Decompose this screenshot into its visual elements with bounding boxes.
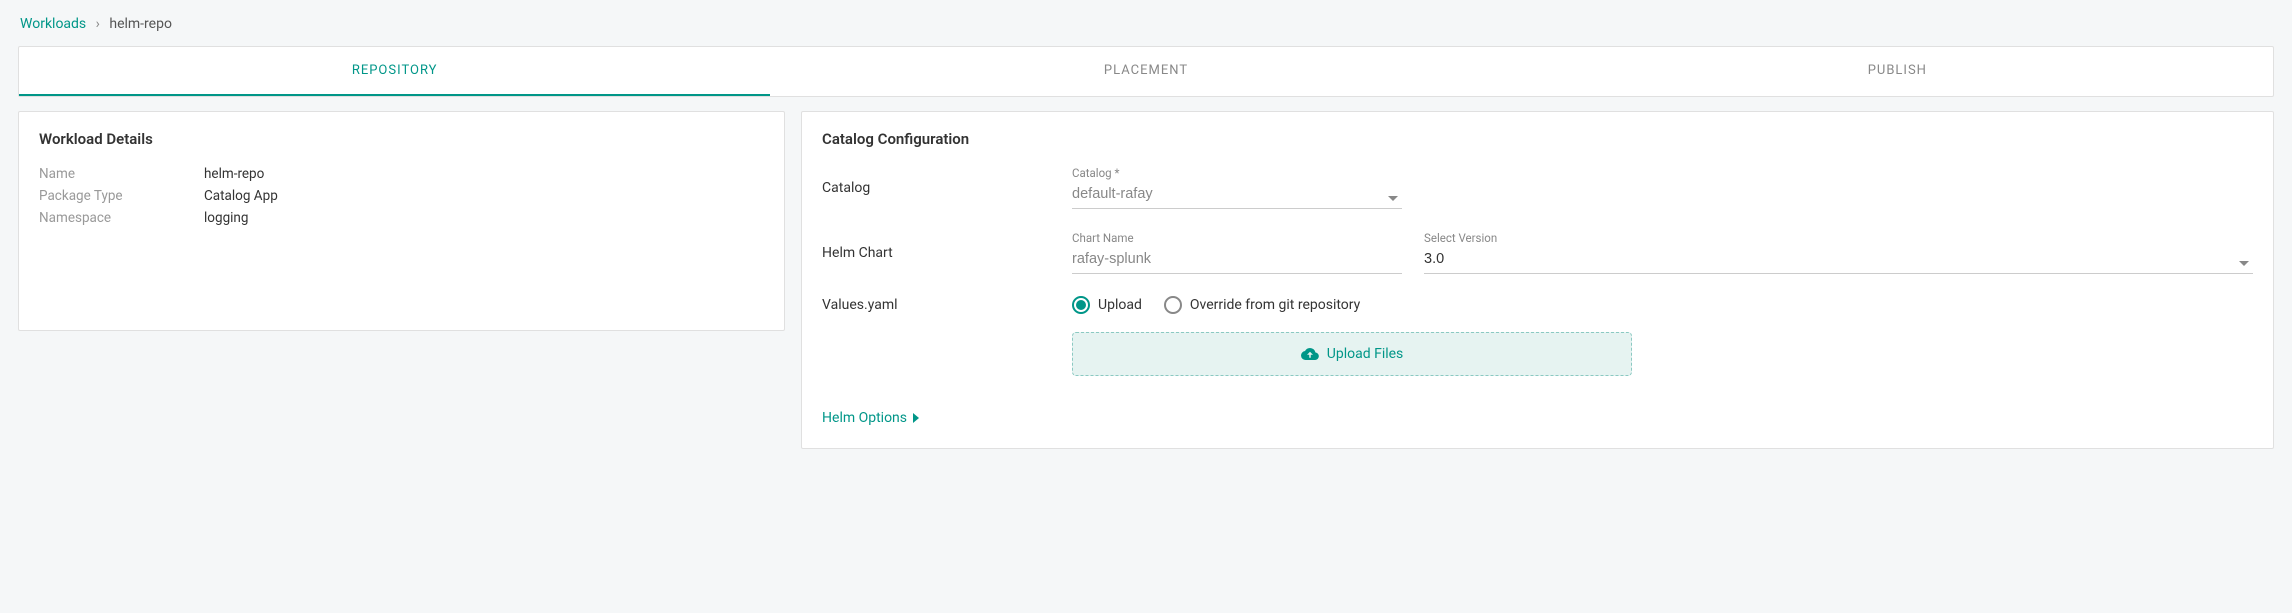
tab-repository[interactable]: REPOSITORY <box>19 47 770 96</box>
workload-details-card: Workload Details Name helm-repo Package … <box>18 111 785 331</box>
cfg-label-values-yaml: Values.yaml <box>822 297 1072 313</box>
cloud-upload-icon <box>1301 345 1319 363</box>
catalog-select-field[interactable]: Catalog * <box>1072 166 1402 209</box>
version-field-label: Select Version <box>1424 231 2253 245</box>
helm-options-label: Helm Options <box>822 410 907 426</box>
cfg-row-helm-chart: Helm Chart Chart Name Select Version <box>822 231 2253 274</box>
catalog-config-card: Catalog Configuration Catalog Catalog * … <box>801 111 2274 449</box>
cfg-row-catalog: Catalog Catalog * <box>822 166 2253 209</box>
helm-options-toggle[interactable]: Helm Options <box>822 410 919 426</box>
detail-label-name: Name <box>39 166 204 182</box>
breadcrumb: Workloads › helm-repo <box>18 12 2274 36</box>
breadcrumb-separator: › <box>96 16 100 32</box>
tab-publish[interactable]: PUBLISH <box>1522 47 2273 96</box>
catalog-field-label: Catalog * <box>1072 166 1402 180</box>
detail-label-package-type: Package Type <box>39 188 204 204</box>
chevron-right-icon <box>913 413 919 423</box>
values-yaml-radio-group: Upload Override from git repository <box>1072 296 1360 314</box>
chart-name-field[interactable]: Chart Name <box>1072 231 1402 274</box>
detail-row-namespace: Namespace logging <box>39 210 764 226</box>
upload-files-button[interactable]: Upload Files <box>1072 332 1632 376</box>
breadcrumb-root-link[interactable]: Workloads <box>20 16 86 32</box>
breadcrumb-current: helm-repo <box>109 16 172 32</box>
detail-value-namespace: logging <box>204 210 248 226</box>
radio-icon <box>1164 296 1182 314</box>
chart-name-field-label: Chart Name <box>1072 231 1402 245</box>
radio-upload-label: Upload <box>1098 297 1142 313</box>
detail-value-package-type: Catalog App <box>204 188 278 204</box>
radio-icon <box>1072 296 1090 314</box>
cfg-label-helm-chart: Helm Chart <box>822 245 1072 261</box>
tab-placement[interactable]: PLACEMENT <box>770 47 1521 96</box>
chart-name-input[interactable] <box>1072 247 1402 274</box>
tabs-bar: REPOSITORY PLACEMENT PUBLISH <box>18 46 2274 97</box>
workload-details-title: Workload Details <box>39 130 764 148</box>
detail-label-namespace: Namespace <box>39 210 204 226</box>
cfg-label-catalog: Catalog <box>822 180 1072 196</box>
upload-files-label: Upload Files <box>1327 346 1404 362</box>
detail-value-name: helm-repo <box>204 166 264 182</box>
catalog-config-title: Catalog Configuration <box>822 130 2253 148</box>
radio-upload[interactable]: Upload <box>1072 296 1142 314</box>
radio-override-git[interactable]: Override from git repository <box>1164 296 1360 314</box>
version-select-input[interactable] <box>1424 247 2253 274</box>
detail-row-name: Name helm-repo <box>39 166 764 182</box>
detail-row-package-type: Package Type Catalog App <box>39 188 764 204</box>
catalog-select-input[interactable] <box>1072 182 1402 209</box>
radio-override-label: Override from git repository <box>1190 297 1360 313</box>
cfg-row-values-yaml: Values.yaml Upload Override from git rep… <box>822 296 2253 314</box>
version-select-field[interactable]: Select Version <box>1424 231 2253 274</box>
